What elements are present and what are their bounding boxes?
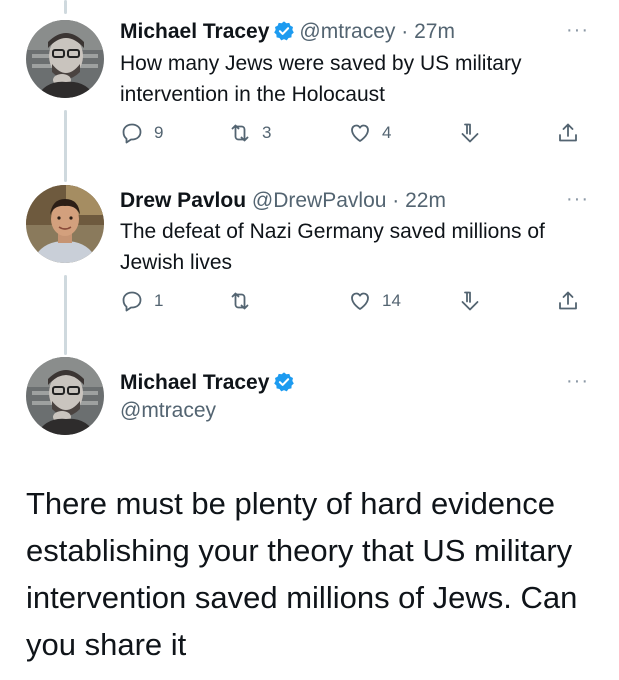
bookmark-button[interactable] [458,287,482,315]
separator-dot: · [392,189,400,212]
more-icon[interactable]: ··· [566,371,594,391]
author-name[interactable]: Drew Pavlou [120,189,246,212]
tweet-text: How many Jews were saved by US military … [120,52,522,106]
bookmark-icon [461,123,479,143]
tweet-actions: 9 3 4 [120,119,590,147]
verified-badge-icon [273,371,295,393]
reply-button[interactable]: 1 [120,287,163,315]
timestamp[interactable]: 27m [414,20,455,43]
thread-line-2 [64,275,67,355]
retweet-count: 3 [262,123,272,142]
avatar-michael-tracey[interactable] [26,357,104,435]
timestamp[interactable]: 22m [405,189,446,212]
main-tweet-name-row: Michael Tracey [120,369,299,397]
reply-button[interactable]: 9 [120,119,163,147]
reply-count: 1 [154,291,164,310]
tweet-header: Drew Pavlou @DrewPavlou · 22m [120,187,446,215]
thread-line-1 [64,110,67,182]
avatar-drew-pavlou[interactable] [26,185,104,263]
retweet-icon [231,124,249,142]
reply-count: 9 [154,123,164,142]
author-handle[interactable]: @mtracey [120,397,216,425]
retweet-icon [231,292,249,310]
reply-icon [122,291,142,312]
separator-dot: · [401,20,409,43]
like-icon [351,292,369,310]
author-name[interactable]: Michael Tracey [120,20,269,43]
like-button[interactable]: 4 [348,119,391,147]
share-button[interactable] [556,287,580,315]
more-icon[interactable]: ··· [566,20,594,40]
retweet-button[interactable] [228,287,262,315]
author-handle[interactable]: @DrewPavlou [252,189,387,212]
reply-icon [122,123,142,144]
author-handle[interactable]: @mtracey [299,20,395,43]
share-button[interactable] [556,119,580,147]
main-tweet-text: There must be plenty of hard evidence es… [26,486,578,662]
share-icon [559,291,577,310]
tweet-header: Michael Tracey @mtracey · 27m [120,18,455,46]
verified-badge-icon [273,20,295,42]
like-count: 4 [382,123,392,142]
more-icon[interactable]: ··· [566,189,594,209]
like-count: 14 [382,291,401,310]
like-button[interactable]: 14 [348,287,401,315]
avatar-michael-tracey[interactable] [26,20,104,98]
tweet-actions: 1 14 [120,287,590,315]
tweet-text: The defeat of Nazi Germany saved million… [120,220,545,274]
thread-line-top [64,0,67,14]
like-icon [351,124,369,142]
retweet-button[interactable]: 3 [228,119,271,147]
bookmark-icon [461,291,479,311]
share-icon [559,123,577,142]
bookmark-button[interactable] [458,119,482,147]
author-name[interactable]: Michael Tracey [120,371,269,394]
